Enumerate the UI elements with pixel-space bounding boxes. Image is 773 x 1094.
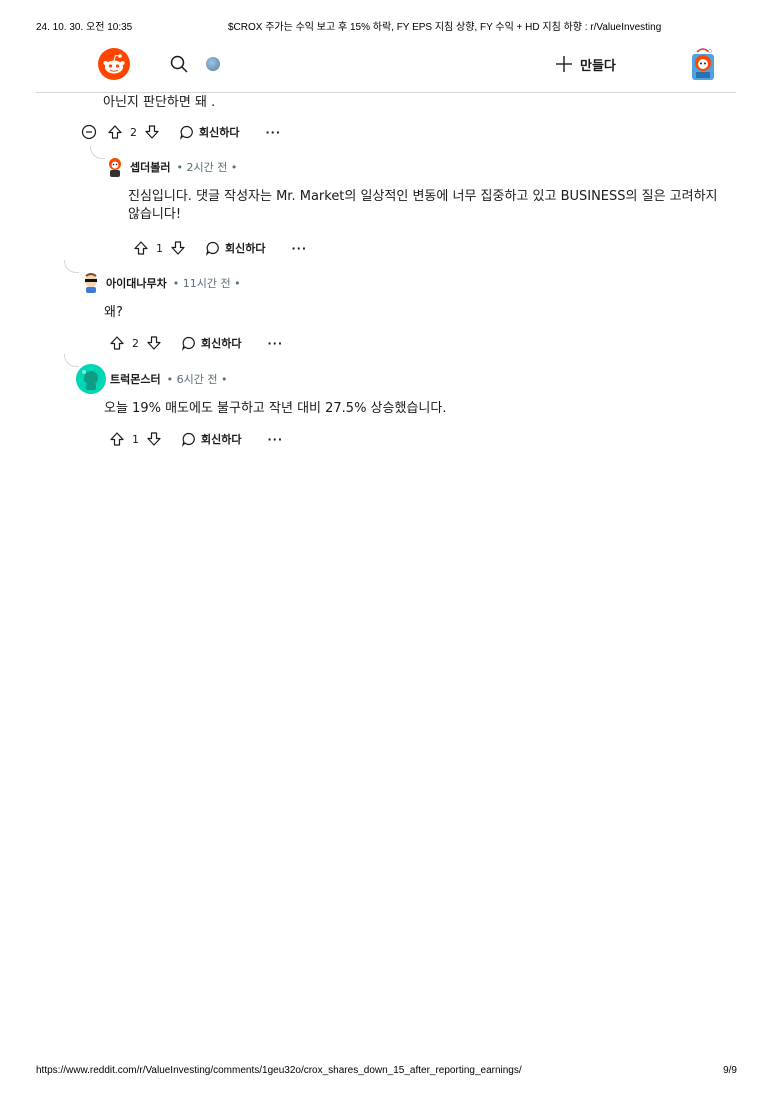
print-date: 24. 10. 30. 오전 10:35 <box>36 22 133 33</box>
upvote-icon[interactable] <box>108 334 126 352</box>
print-page-number: 9/9 <box>723 1065 737 1076</box>
reply-button[interactable]: 회신하다 <box>205 240 265 256</box>
vote-score: 1 <box>132 432 139 446</box>
user-avatar-icon[interactable] <box>76 364 106 394</box>
reply-button[interactable]: 회신하다 <box>181 431 241 447</box>
more-options-button[interactable]: ··· <box>267 433 283 446</box>
reply-label: 회신하다 <box>201 433 242 446</box>
author-name[interactable]: 셉더볼러 <box>130 159 170 175</box>
author-name[interactable]: 트럭몬스터 <box>110 371 161 387</box>
thread-line <box>64 260 79 273</box>
reply-button[interactable]: 회신하다 <box>181 335 241 351</box>
create-button[interactable]: 만들다 <box>554 50 616 78</box>
comment-bubble-icon <box>179 125 193 140</box>
reply-label: 회신하다 <box>201 337 242 350</box>
comment-author-row: 트럭몬스터 • 6시간 전 • <box>76 364 227 394</box>
vote-score: 2 <box>130 125 137 139</box>
comment-timestamp: • 11시간 전 • <box>172 277 241 290</box>
user-avatar-icon[interactable] <box>80 272 102 294</box>
vote-score: 1 <box>156 241 163 255</box>
author-name[interactable]: 아이대나무차 <box>106 275 167 291</box>
comment-bubble-icon <box>181 432 195 447</box>
more-options-button[interactable]: ··· <box>265 126 281 139</box>
comment-actions: 1 회신하다 ··· <box>108 429 283 449</box>
top-nav-bar: 만들다 <box>36 44 736 93</box>
collapse-icon[interactable] <box>80 123 98 141</box>
comment-actions: 2 회신하다 ··· <box>80 122 281 142</box>
comment-body: 왜? <box>104 305 123 320</box>
user-avatar-icon[interactable] <box>104 156 126 178</box>
thread-line <box>90 146 105 159</box>
comment-timestamp: • 2시간 전 • <box>176 161 238 174</box>
upvote-icon[interactable] <box>132 239 150 257</box>
reply-label: 회신하다 <box>199 126 240 139</box>
more-options-button[interactable]: ··· <box>291 242 307 255</box>
comment-body: 오늘 19% 매도에도 불구하고 작년 대비 27.5% 상승했습니다. <box>104 401 447 416</box>
comment-author-row: 셉더볼러 • 2시간 전 • <box>104 156 237 178</box>
downvote-icon[interactable] <box>145 334 163 352</box>
comment-author-row: 아이대나무차 • 11시간 전 • <box>80 272 241 294</box>
reddit-logo-icon[interactable] <box>98 48 130 80</box>
search-icon[interactable] <box>169 54 189 74</box>
print-title: $CROX 주가는 수익 보고 후 15% 하락, FY EPS 지침 상향, … <box>228 22 662 33</box>
downvote-icon[interactable] <box>145 430 163 448</box>
upvote-icon[interactable] <box>106 123 124 141</box>
comment-actions: 2 회신하다 ··· <box>108 333 283 353</box>
comment-body: 아닌지 판단하면 돼 . <box>103 95 216 110</box>
comment-bubble-icon <box>181 336 195 351</box>
reply-label: 회신하다 <box>225 242 266 255</box>
comment-bubble-icon <box>205 241 219 256</box>
print-url: https://www.reddit.com/r/ValueInvesting/… <box>36 1065 522 1076</box>
downvote-icon[interactable] <box>169 239 187 257</box>
more-options-button[interactable]: ··· <box>267 337 283 350</box>
plus-icon <box>556 56 572 72</box>
comment-actions: 1 회신하다 ··· <box>132 238 307 258</box>
comment-timestamp: • 6시간 전 • <box>166 373 228 386</box>
user-avatar-icon[interactable] <box>688 46 718 82</box>
community-icon[interactable] <box>206 57 220 71</box>
downvote-icon[interactable] <box>143 123 161 141</box>
vote-score: 2 <box>132 336 139 350</box>
upvote-icon[interactable] <box>108 430 126 448</box>
create-label: 만들다 <box>580 58 616 74</box>
comment-body: 진심입니다. 댓글 작성자는 Mr. Market의 일상적인 변동에 너무 집… <box>128 189 718 222</box>
reply-button[interactable]: 회신하다 <box>179 124 239 140</box>
